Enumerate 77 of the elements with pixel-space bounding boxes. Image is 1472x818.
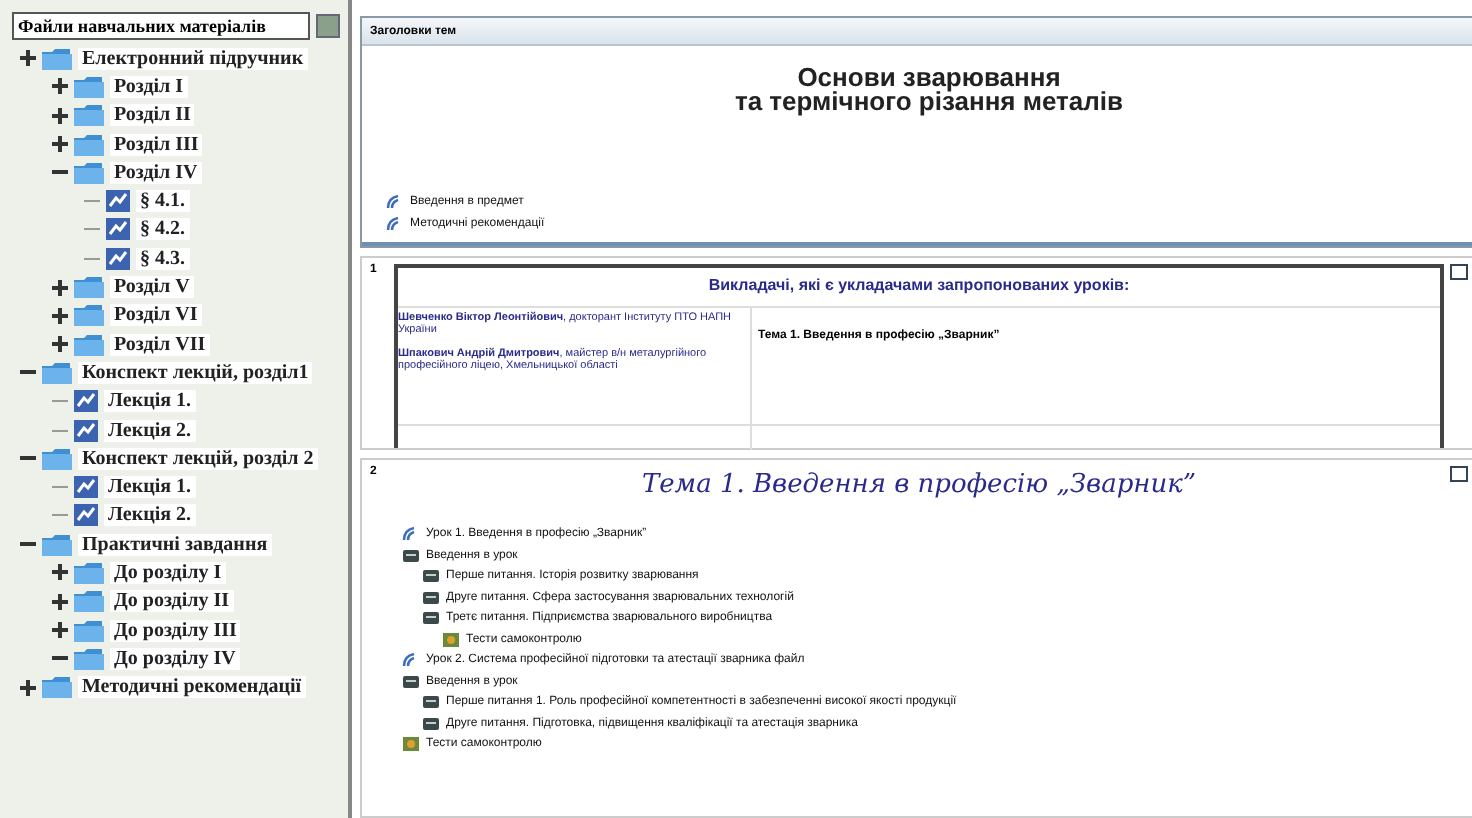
document-icon bbox=[106, 247, 130, 270]
folder-icon bbox=[42, 676, 72, 699]
folder-icon bbox=[42, 447, 72, 470]
folder-icon bbox=[74, 304, 104, 327]
document-icon bbox=[74, 390, 98, 413]
tree-item[interactable]: Розділ VII bbox=[110, 333, 210, 356]
expand-toggle[interactable] bbox=[52, 336, 68, 353]
tree-item[interactable]: Розділ IV bbox=[110, 161, 202, 184]
test-icon bbox=[442, 631, 460, 648]
course-title: Основи зварювання bbox=[797, 66, 1061, 90]
expand-toggle[interactable] bbox=[52, 78, 68, 95]
tree-item[interactable]: Розділ VI bbox=[110, 304, 202, 327]
tree-item[interactable]: Конспект лекцій, розділ 2 bbox=[78, 447, 318, 470]
link-icon bbox=[402, 526, 420, 543]
folder-icon bbox=[74, 133, 104, 156]
tree-item[interactable]: Лекція 2. bbox=[104, 504, 196, 527]
link-icon bbox=[386, 193, 404, 209]
folder-icon bbox=[42, 533, 72, 556]
expand-toggle[interactable] bbox=[20, 679, 36, 696]
tree-item[interactable]: До розділу II bbox=[110, 590, 234, 613]
folder-icon bbox=[74, 276, 104, 299]
expand-toggle[interactable] bbox=[20, 50, 36, 67]
document-icon bbox=[422, 610, 440, 627]
tree-item[interactable]: Розділ III bbox=[110, 133, 203, 156]
test-icon bbox=[402, 736, 420, 753]
document-icon bbox=[106, 190, 130, 213]
document-icon bbox=[74, 419, 98, 441]
tree-item[interactable]: § 4.3. bbox=[136, 247, 189, 270]
document-icon bbox=[402, 673, 420, 690]
tree-item[interactable]: § 4.1. bbox=[136, 190, 189, 213]
expand-toggle[interactable] bbox=[52, 307, 68, 324]
document-icon bbox=[422, 568, 440, 585]
tree-item[interactable]: Розділ V bbox=[110, 276, 194, 299]
table-title: Викладачі, які є укладачами запропонованих уроків: bbox=[398, 268, 1440, 308]
tree-item[interactable]: Методичні рекомендації bbox=[78, 676, 306, 699]
expand-toggle[interactable] bbox=[52, 136, 68, 153]
tree-item[interactable]: Розділ I bbox=[110, 75, 188, 98]
expand-toggle[interactable] bbox=[52, 622, 68, 639]
folder-icon bbox=[42, 361, 72, 384]
document-icon bbox=[422, 694, 440, 711]
expand-toggle[interactable] bbox=[52, 107, 68, 124]
document-icon bbox=[106, 218, 130, 241]
folder-icon bbox=[74, 590, 104, 613]
tree-item[interactable]: Лекція 1. bbox=[104, 390, 196, 413]
document-icon bbox=[74, 504, 98, 527]
folder-icon bbox=[42, 47, 72, 70]
tree-item[interactable]: Лекція 1. bbox=[104, 476, 196, 499]
link-icon bbox=[386, 215, 404, 231]
folder-icon bbox=[74, 647, 104, 670]
tree-item[interactable]: Електронний підручник bbox=[78, 47, 308, 70]
link-icon bbox=[402, 652, 420, 669]
folder-icon bbox=[74, 619, 104, 642]
expand-toggle[interactable] bbox=[52, 593, 68, 610]
tree-item[interactable]: § 4.2. bbox=[136, 218, 189, 241]
course-title: та термічного різання металів bbox=[732, 90, 1126, 114]
sidebar-title: Файли навчальних матеріалів bbox=[12, 12, 310, 40]
document-icon bbox=[422, 589, 440, 606]
document-icon bbox=[74, 476, 98, 499]
tree-item[interactable]: До розділу IV bbox=[110, 647, 240, 670]
folder-icon bbox=[74, 75, 104, 98]
folder-icon bbox=[74, 333, 104, 356]
tree-item[interactable]: До розділу I bbox=[110, 561, 226, 584]
folder-icon bbox=[74, 161, 104, 184]
expand-toggle[interactable] bbox=[52, 279, 68, 296]
tree-item[interactable]: Практичні завдання bbox=[78, 533, 272, 556]
tree-item[interactable]: Конспект лекцій, розділ1 bbox=[78, 361, 313, 384]
window-icon[interactable] bbox=[1450, 466, 1468, 482]
expand-toggle[interactable] bbox=[52, 564, 68, 581]
document-icon bbox=[402, 547, 420, 564]
folder-icon bbox=[74, 561, 104, 584]
window-icon[interactable] bbox=[1450, 264, 1468, 280]
folder-icon bbox=[74, 104, 104, 127]
tree-item[interactable]: До розділу III bbox=[110, 619, 241, 642]
document-icon bbox=[422, 715, 440, 732]
tree-item[interactable]: Лекція 2. bbox=[104, 419, 196, 441]
tree-item[interactable]: Розділ II bbox=[110, 104, 195, 127]
topic-heading: Тема 1. Введення в професію „Зварник” bbox=[639, 468, 1199, 504]
